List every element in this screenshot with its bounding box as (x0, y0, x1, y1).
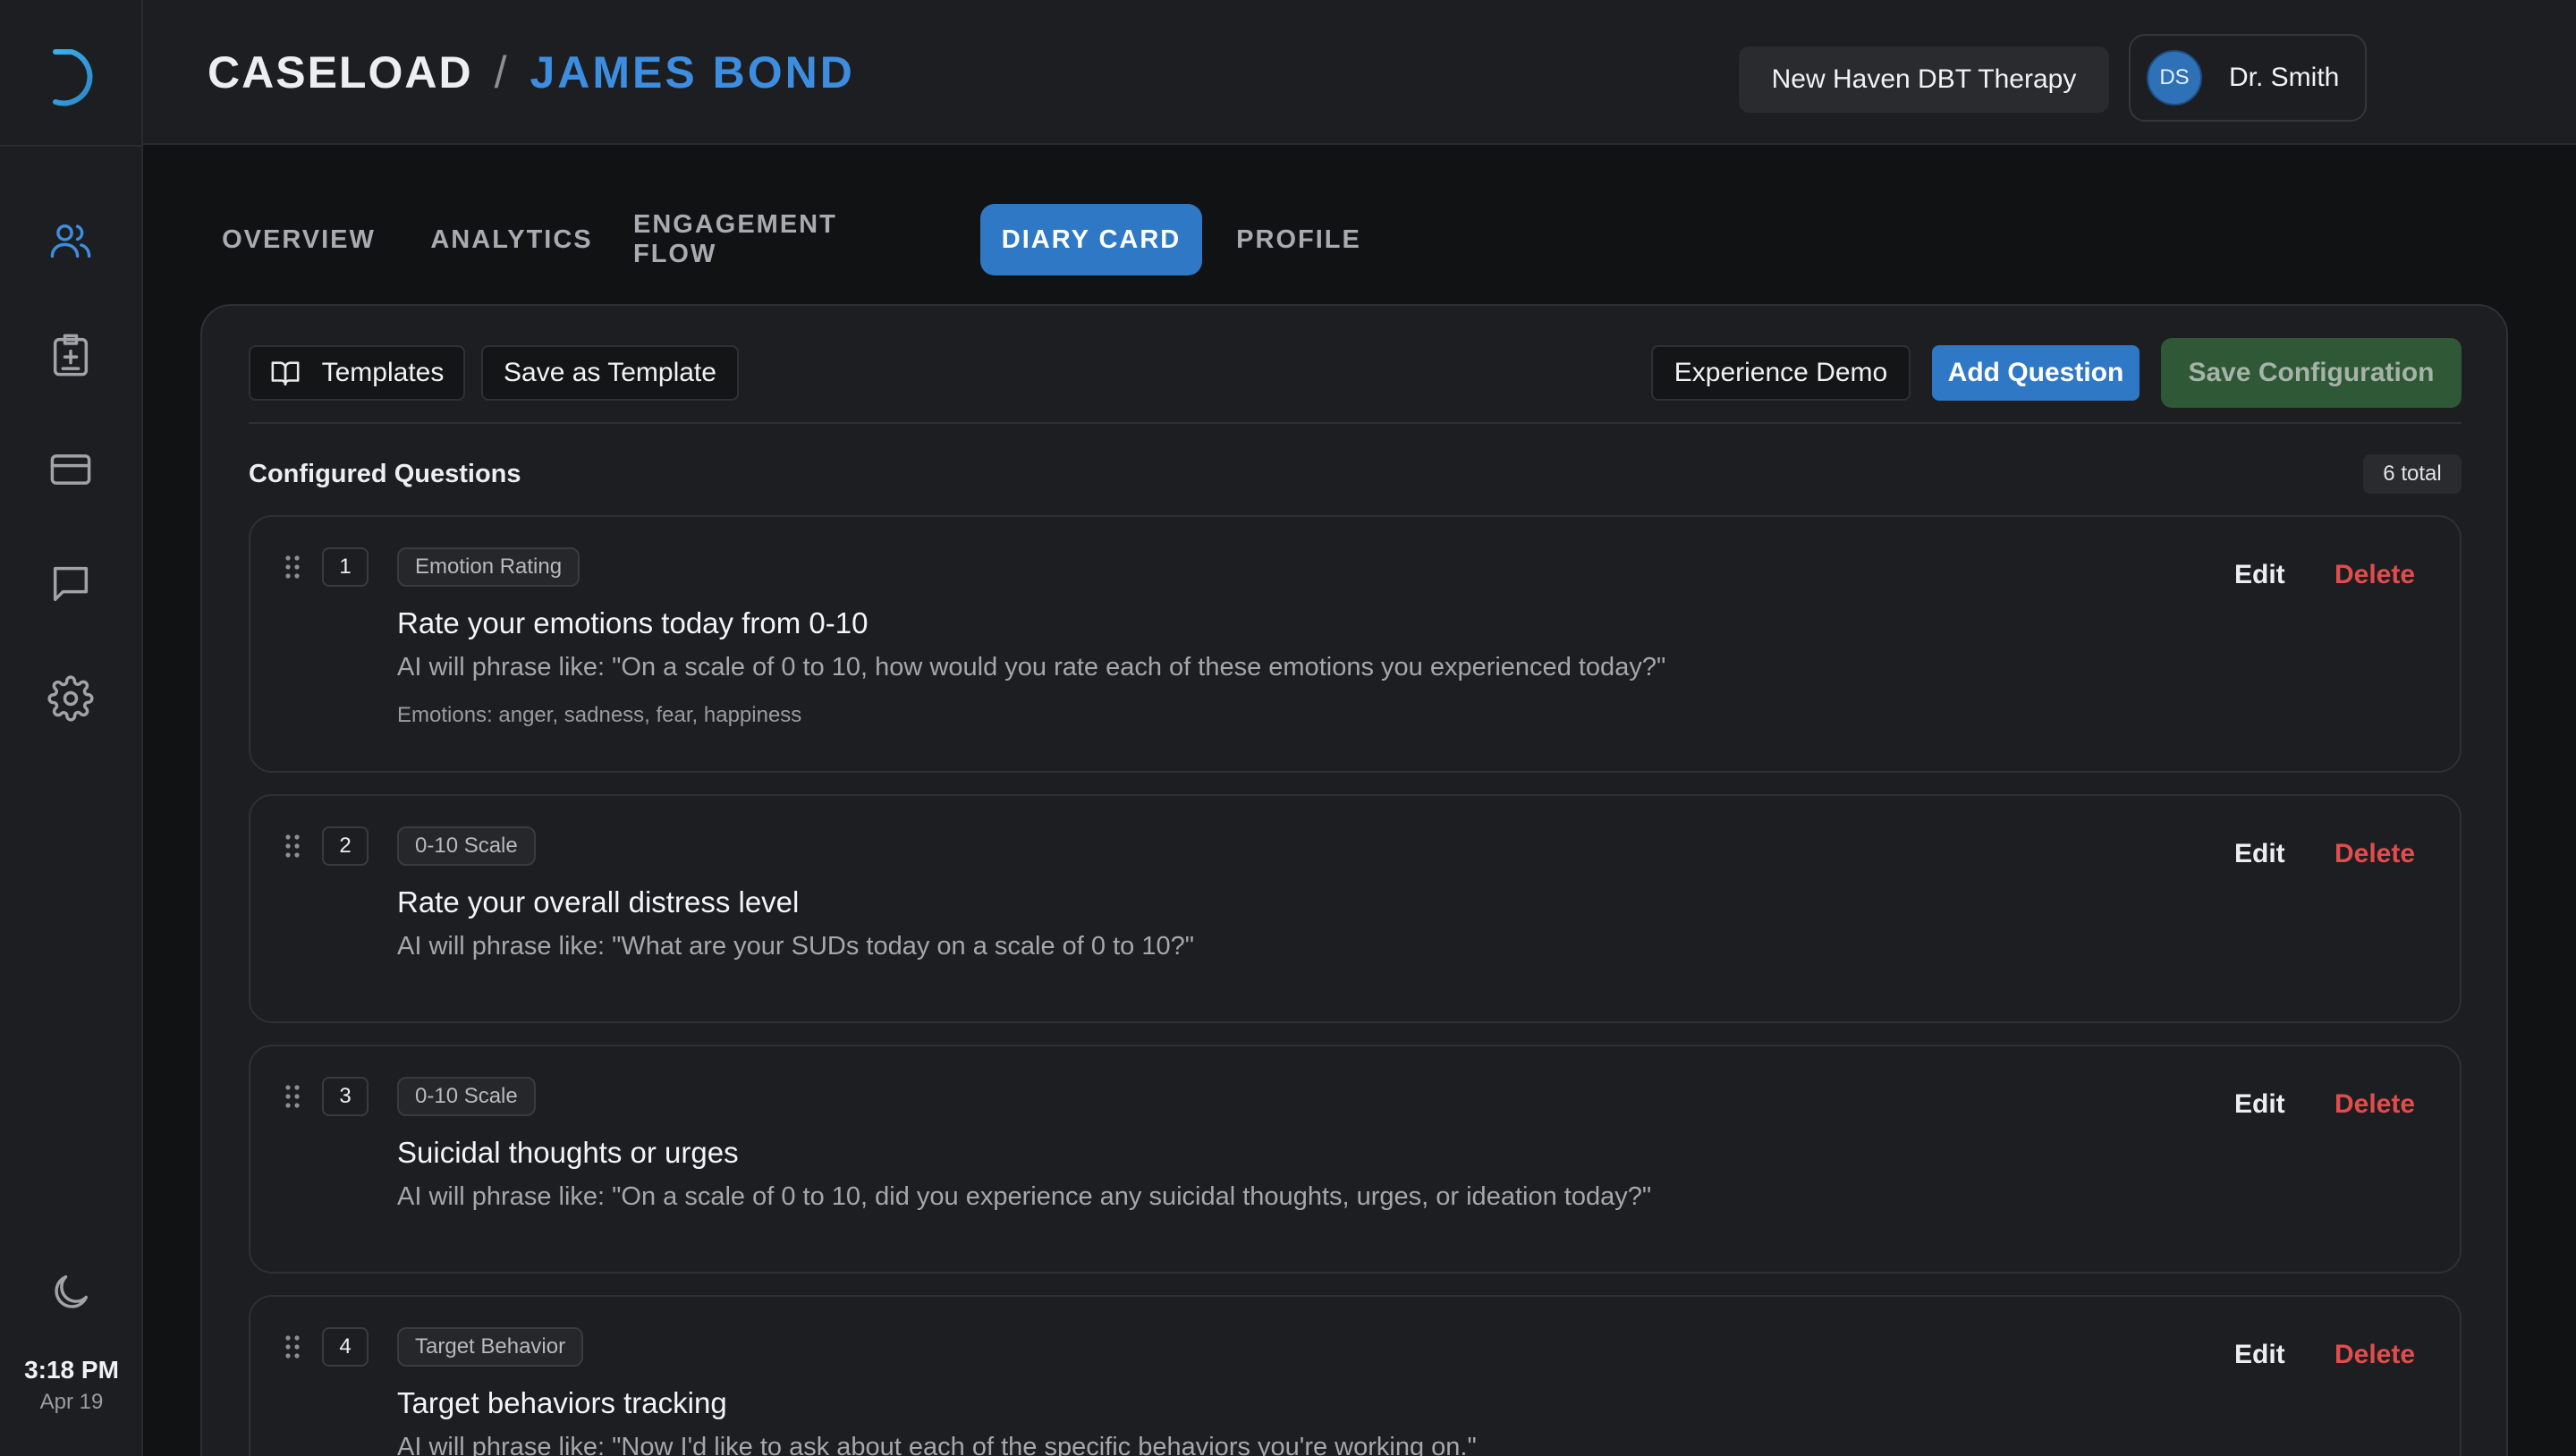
nav-messages[interactable] (45, 558, 97, 610)
breadcrumb: CASELOAD / JAMES BOND (208, 47, 855, 98)
question-count-badge: 6 total (2363, 454, 2462, 494)
breadcrumb-separator: / (494, 47, 509, 97)
tab-overview[interactable]: OVERVIEW (204, 204, 394, 275)
question-card: 4 Target Behavior Target behaviors track… (249, 1295, 2462, 1456)
question-number: 3 (322, 1077, 369, 1116)
breadcrumb-client: JAMES BOND (530, 47, 855, 97)
nav-billing[interactable] (45, 444, 97, 495)
credit-card-icon (50, 454, 91, 485)
question-card: 2 0-10 Scale Rate your overall distress … (249, 794, 2462, 1023)
moon-icon (55, 1274, 89, 1308)
edit-button[interactable]: Edit (2234, 560, 2285, 590)
delete-button[interactable]: Delete (2334, 839, 2415, 869)
question-phrasing: AI will phrase like: "What are your SUDs… (397, 932, 1195, 961)
clipboard-medical-icon (53, 334, 89, 377)
save-as-template-button[interactable]: Save as Template (481, 345, 739, 401)
message-icon (53, 566, 89, 602)
book-icon (271, 361, 300, 386)
question-card: 3 0-10 Scale Suicidal thoughts or urges … (249, 1045, 2462, 1274)
nav-records[interactable] (45, 329, 97, 381)
delete-button[interactable]: Delete (2334, 1340, 2415, 1370)
edit-button[interactable]: Edit (2234, 1340, 2285, 1370)
question-type-badge: 0-10 Scale (397, 826, 536, 866)
drag-handle-icon[interactable] (284, 1084, 301, 1109)
experience-demo-button[interactable]: Experience Demo (1651, 345, 1911, 401)
top-header: CASELOAD / JAMES BOND New Haven DBT Ther… (143, 0, 2576, 145)
sidebar: 3:18 PM Apr 19 (0, 0, 143, 1456)
tab-engagement-flow[interactable]: ENGAGEMENT FLOW (633, 204, 928, 275)
templates-label: Templates (321, 358, 445, 387)
question-card: 1 Emotion Rating Rate your emotions toda… (249, 515, 2462, 773)
edit-button[interactable]: Edit (2234, 839, 2285, 869)
tab-analytics[interactable]: ANALYTICS (422, 204, 601, 275)
toolbar-divider (249, 422, 2462, 424)
question-phrasing: AI will phrase like: "On a scale of 0 to… (397, 653, 1666, 681)
tab-profile[interactable]: PROFILE (1224, 204, 1374, 275)
section-title: Configured Questions (249, 460, 521, 488)
drag-handle-icon[interactable] (284, 554, 301, 580)
drag-handle-icon[interactable] (284, 834, 301, 859)
gear-icon (47, 675, 94, 722)
clock-date: Apr 19 (39, 1390, 104, 1414)
templates-button[interactable]: Templates (249, 345, 465, 401)
question-number: 4 (322, 1327, 369, 1367)
save-configuration-button[interactable]: Save Configuration (2161, 338, 2462, 408)
question-type-badge: Emotion Rating (397, 547, 580, 587)
question-number: 1 (322, 547, 369, 587)
user-menu[interactable]: DS Dr. Smith (2129, 34, 2367, 122)
sidebar-divider (0, 145, 143, 147)
app-logo-icon[interactable] (36, 39, 107, 113)
question-number: 2 (322, 826, 369, 866)
edit-button[interactable]: Edit (2234, 1089, 2285, 1120)
breadcrumb-caseload[interactable]: CASELOAD (208, 47, 473, 98)
add-question-button[interactable]: Add Question (1932, 345, 2140, 401)
question-emotions: Emotions: anger, sadness, fear, happines… (397, 703, 802, 727)
user-name: Dr. Smith (2229, 63, 2340, 92)
nav-caseload[interactable] (45, 215, 97, 267)
theme-toggle[interactable] (45, 1266, 97, 1318)
question-title: Suicidal thoughts or urges (397, 1136, 739, 1169)
nav-settings[interactable] (45, 673, 97, 724)
organization-selector[interactable]: New Haven DBT Therapy (1739, 47, 2109, 113)
users-icon (50, 224, 91, 258)
clock-time: 3:18 PM (24, 1356, 119, 1384)
delete-button[interactable]: Delete (2334, 1089, 2415, 1120)
question-phrasing: AI will phrase like: "On a scale of 0 to… (397, 1182, 1652, 1211)
tab-diary-card[interactable]: DIARY CARD (980, 204, 1202, 275)
question-title: Rate your overall distress level (397, 885, 800, 918)
question-title: Rate your emotions today from 0-10 (397, 606, 869, 639)
question-type-badge: Target Behavior (397, 1327, 584, 1367)
question-title: Target behaviors tracking (397, 1386, 727, 1419)
question-type-badge: 0-10 Scale (397, 1077, 536, 1116)
question-phrasing: AI will phrase like: "Now I'd like to as… (397, 1433, 1477, 1456)
avatar: DS (2147, 50, 2202, 106)
diary-card-panel: Templates Save as Template Experience De… (200, 304, 2508, 1456)
drag-handle-icon[interactable] (284, 1334, 301, 1359)
delete-button[interactable]: Delete (2334, 560, 2415, 590)
